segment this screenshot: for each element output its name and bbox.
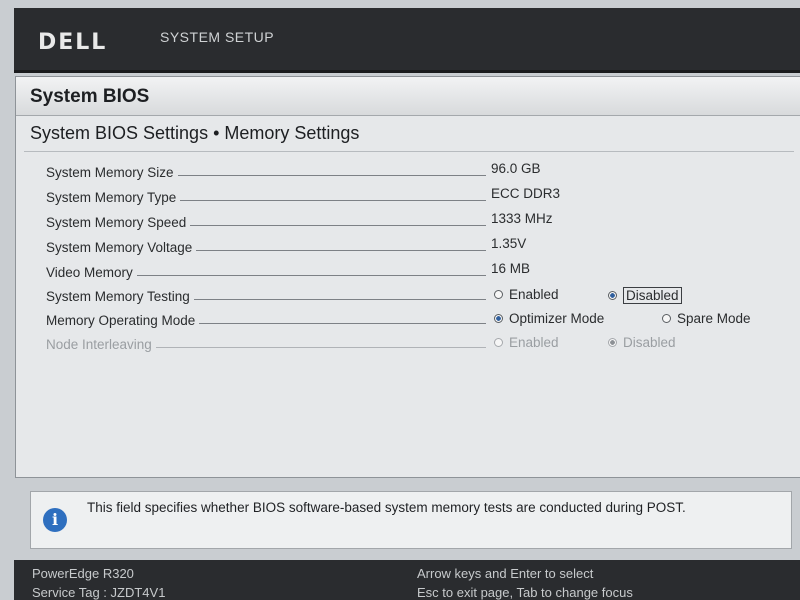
row-memory-size: System Memory Size 96.0 GB xyxy=(46,161,786,185)
radio-selected-icon xyxy=(494,314,503,323)
radio-label: Enabled xyxy=(509,287,559,302)
radio-label: Disabled xyxy=(623,335,676,350)
radio-node-interleaving-disabled: Disabled xyxy=(608,335,676,350)
label-video-memory: Video Memory xyxy=(46,265,137,280)
top-bar: DELL SYSTEM SETUP xyxy=(14,8,800,73)
radio-selected-icon xyxy=(608,291,617,300)
radio-unselected-icon xyxy=(494,338,503,347)
label-memory-testing: System Memory Testing xyxy=(46,289,194,304)
label-node-interleaving: Node Interleaving xyxy=(46,337,156,352)
radio-label-focused: Disabled xyxy=(623,287,682,304)
row-memory-type: System Memory Type ECC DDR3 xyxy=(46,186,786,210)
radio-memory-testing-disabled[interactable]: Disabled xyxy=(608,287,682,304)
info-icon: i xyxy=(43,508,67,532)
value-memory-speed: 1333 MHz xyxy=(491,211,553,226)
label-memory-size: System Memory Size xyxy=(46,165,178,180)
value-memory-size: 96.0 GB xyxy=(491,161,541,176)
help-text: This field specifies whether BIOS softwa… xyxy=(87,500,686,515)
system-setup-title: SYSTEM SETUP xyxy=(160,29,275,45)
service-tag: Service Tag : JZDT4V1 xyxy=(32,585,166,600)
panel-header: System BIOS xyxy=(16,77,800,116)
radio-spare-mode[interactable]: Spare Mode xyxy=(662,311,751,326)
label-operating-mode: Memory Operating Mode xyxy=(46,313,200,328)
row-memory-testing: System Memory Testing Enabled Disabled xyxy=(46,285,786,309)
value-video-memory: 16 MB xyxy=(491,261,531,276)
help-info-bar: i This field specifies whether BIOS soft… xyxy=(30,491,792,549)
label-memory-type: System Memory Type xyxy=(46,190,181,205)
radio-label: Spare Mode xyxy=(677,311,751,326)
row-video-memory: Video Memory 16 MB xyxy=(46,261,786,285)
radio-optimizer-mode[interactable]: Optimizer Mode xyxy=(494,311,604,326)
radio-selected-icon xyxy=(608,338,617,347)
focus-hint: Esc to exit page, Tab to change focus xyxy=(417,585,633,600)
radio-memory-testing-enabled[interactable]: Enabled xyxy=(494,287,559,302)
navigation-hint: Arrow keys and Enter to select xyxy=(417,566,594,581)
bios-panel: System BIOS System BIOS Settings • Memor… xyxy=(15,76,800,478)
row-node-interleaving: Node Interleaving Enabled Disabled xyxy=(46,333,786,357)
radio-unselected-icon xyxy=(662,314,671,323)
row-operating-mode: Memory Operating Mode Optimizer Mode Spa… xyxy=(46,309,786,333)
row-memory-voltage: System Memory Voltage 1.35V xyxy=(46,236,786,260)
label-memory-speed: System Memory Speed xyxy=(46,215,191,230)
radio-label: Optimizer Mode xyxy=(509,311,605,326)
label-memory-voltage: System Memory Voltage xyxy=(46,240,197,255)
value-memory-type: ECC DDR3 xyxy=(491,186,561,201)
radio-unselected-icon xyxy=(494,290,503,299)
panel-title: System BIOS xyxy=(30,86,150,107)
radio-node-interleaving-enabled: Enabled xyxy=(494,335,559,350)
section-divider xyxy=(24,151,794,152)
value-memory-voltage: 1.35V xyxy=(491,236,527,251)
status-bar: PowerEdge R320 Service Tag : JZDT4V1 Arr… xyxy=(14,560,800,600)
radio-label: Enabled xyxy=(509,335,559,350)
server-model: PowerEdge R320 xyxy=(32,566,134,581)
row-memory-speed: System Memory Speed 1333 MHz xyxy=(46,211,786,235)
dell-logo: DELL xyxy=(38,30,108,55)
section-title: System BIOS Settings • Memory Settings xyxy=(30,123,360,143)
